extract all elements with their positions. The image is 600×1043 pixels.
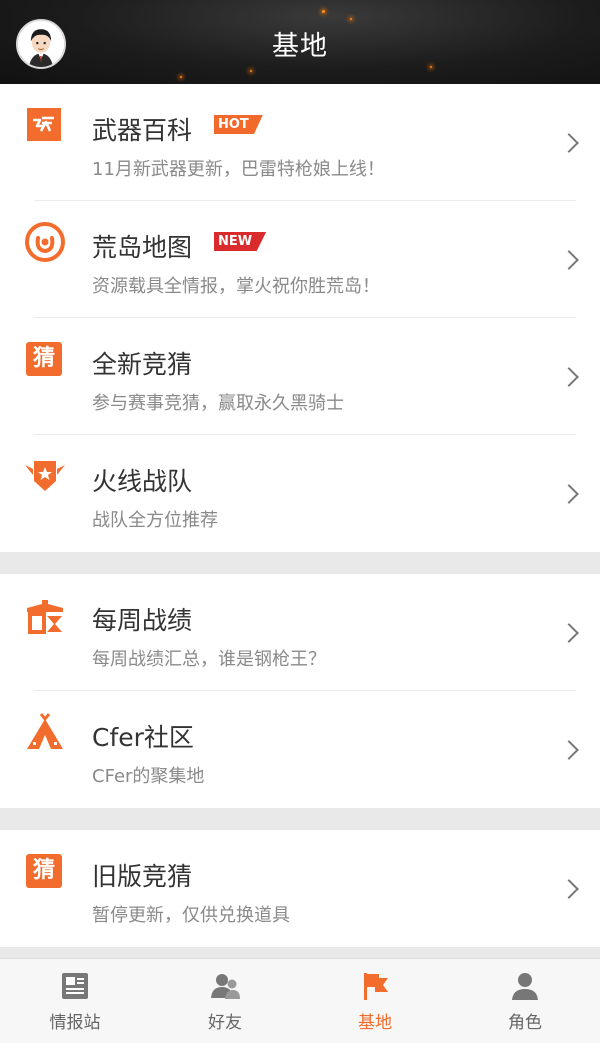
menu-item-subtitle: 暂停更新，仅供兑换道具 (92, 905, 290, 926)
ember-decoration (322, 10, 325, 13)
tab-label: 基地 (358, 1013, 392, 1033)
menu-item-title: 武器百科 (92, 116, 193, 145)
menu-item-subtitle: 每周战绩汇总，谁是钢枪王？ (92, 649, 326, 670)
chevron-right-icon (559, 133, 579, 153)
chevron-right-icon (559, 740, 579, 760)
menu-group-3: 猜 旧版竞猜 暂停更新，仅供兑换道具 (0, 830, 600, 947)
chevron-right-icon (559, 250, 579, 270)
guess-icon: 猜 (26, 342, 62, 376)
menu-item-title: 每周战绩 (92, 606, 193, 635)
page-title: 基地 (272, 31, 328, 62)
ember-decoration (180, 76, 182, 78)
chevron-right-icon (559, 484, 579, 504)
friends-icon (211, 974, 240, 999)
menu-item-clan[interactable]: 火线战队 战队全方位推荐 (0, 435, 600, 552)
menu-item-new-guess[interactable]: 猜 全新竞猜 参与赛事竞猜，赢取永久黑骑士 (0, 318, 600, 435)
ember-decoration (350, 18, 352, 20)
bottom-tab-bar: 情报站 好友 基地 角色 (0, 958, 600, 1043)
tab-role[interactable]: 角色 (450, 959, 600, 1043)
weekly-record-icon (27, 600, 63, 634)
tent-icon (27, 713, 63, 749)
menu-item-weapon-wiki[interactable]: 武器百科 HOT 11月新武器更新，巴雷特枪娘上线！ (0, 84, 600, 201)
hot-badge: HOT (214, 115, 263, 134)
clan-shield-icon (25, 461, 65, 491)
menu-group-1: 武器百科 HOT 11月新武器更新，巴雷特枪娘上线！ 荒岛地图 NEW 资源载具… (0, 84, 600, 552)
tab-news[interactable]: 情报站 (0, 959, 150, 1043)
ember-decoration (430, 66, 432, 68)
menu-item-island-map[interactable]: 荒岛地图 NEW 资源载具全情报，掌火祝你胜荒岛！ (0, 201, 600, 318)
chevron-right-icon (559, 879, 579, 899)
menu-item-subtitle: CFer的聚集地 (92, 766, 205, 787)
cf-logo-icon (27, 108, 61, 141)
menu-item-title: 荒岛地图 (92, 233, 193, 262)
new-badge: NEW (214, 232, 267, 251)
menu-item-cfer-community[interactable]: Cfer社区 CFer的聚集地 (0, 691, 600, 808)
menu-item-subtitle: 参与赛事竞猜，赢取永久黑骑士 (92, 393, 344, 414)
guess-icon: 猜 (26, 854, 62, 888)
menu-item-subtitle: 11月新武器更新，巴雷特枪娘上线！ (92, 159, 385, 180)
menu-item-title: 全新竞猜 (92, 350, 193, 379)
chevron-right-icon (559, 623, 579, 643)
news-icon (62, 973, 88, 999)
menu-item-old-guess[interactable]: 猜 旧版竞猜 暂停更新，仅供兑换道具 (0, 830, 600, 947)
tab-friends[interactable]: 好友 (150, 959, 300, 1043)
ember-decoration (250, 70, 252, 72)
tab-label: 角色 (508, 1013, 542, 1033)
header-bar: 基地 (0, 0, 600, 84)
tab-label: 情报站 (49, 1013, 101, 1033)
menu-item-title: 旧版竞猜 (92, 862, 193, 891)
tab-base[interactable]: 基地 (300, 959, 450, 1043)
menu-item-subtitle: 资源载具全情报，掌火祝你胜荒岛！ (92, 276, 380, 297)
target-circle-icon (25, 222, 65, 262)
flag-icon (364, 973, 388, 1000)
person-icon (512, 973, 538, 1000)
menu-item-subtitle: 战队全方位推荐 (92, 510, 218, 531)
chevron-right-icon (559, 367, 579, 387)
menu-item-title: 火线战队 (92, 467, 193, 496)
tab-label: 好友 (208, 1013, 242, 1033)
menu-item-weekly-record[interactable]: 每周战绩 每周战绩汇总，谁是钢枪王？ (0, 574, 600, 691)
menu-item-title: Cfer社区 (92, 723, 194, 752)
menu-group-2: 每周战绩 每周战绩汇总，谁是钢枪王？ Cfer社区 CFer的聚集地 (0, 574, 600, 808)
